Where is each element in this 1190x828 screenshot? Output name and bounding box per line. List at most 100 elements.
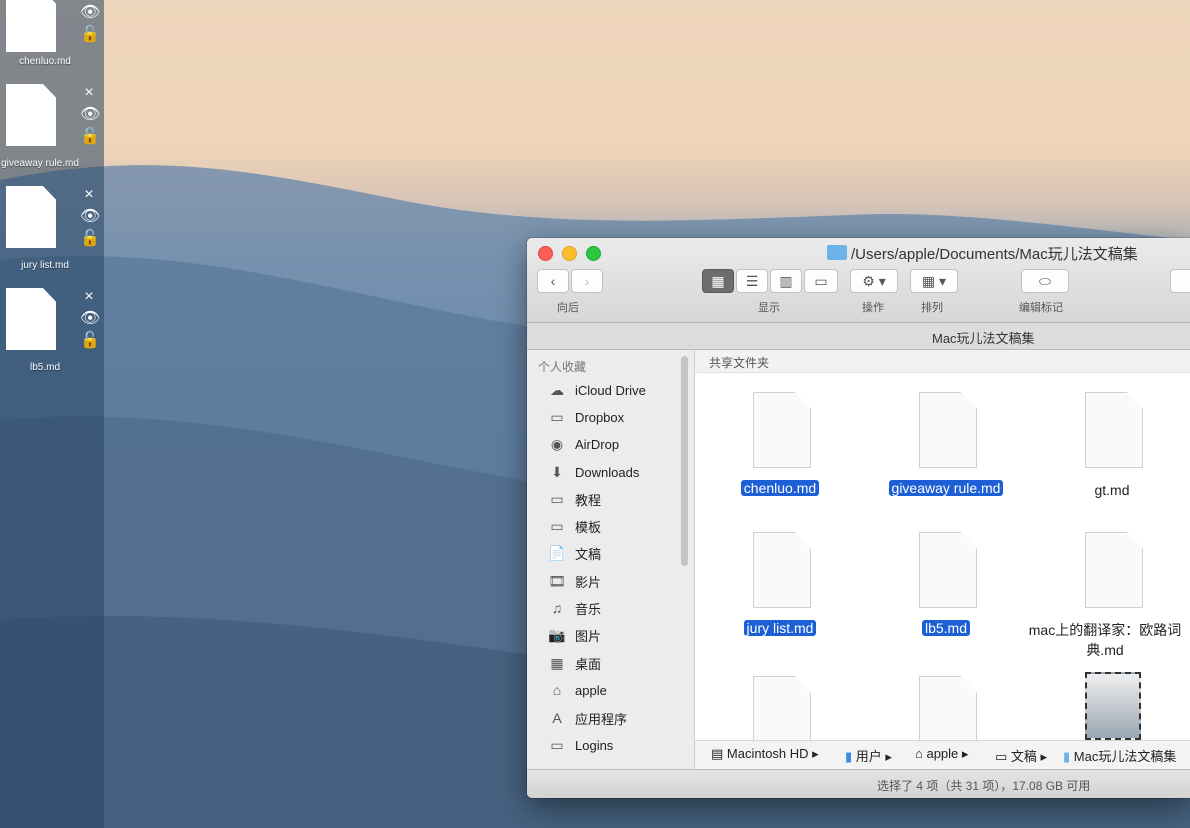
file-item[interactable]: chenluo.md	[705, 372, 855, 502]
file-item[interactable]: lb5.md	[871, 512, 1021, 642]
sidebar-item-templates[interactable]: ▭ 模板	[547, 515, 601, 537]
path-segment[interactable]: ⌂ apple ▸	[915, 746, 968, 762]
applications-icon: A	[552, 710, 562, 726]
sidebar-item-logins[interactable]: ▭ Logins	[547, 734, 613, 756]
eye-icon[interactable]: 👁	[80, 310, 100, 328]
arrange-menu-button[interactable]: ▦ ▾	[910, 269, 958, 293]
document-icon	[6, 0, 56, 52]
forward-button[interactable]: ›	[571, 269, 603, 293]
sidebar-item-label: 教程	[575, 492, 602, 508]
sidebar-item-music[interactable]: ♫ 音乐	[547, 597, 601, 619]
sidebar-item-label: Logins	[575, 737, 614, 753]
shelf-item[interactable]: × 👁 🔓 giveaway rule.md	[0, 80, 104, 182]
path-segment[interactable]: ▮ 用户 ▸	[845, 746, 892, 765]
lock-icon[interactable]: 🔓	[80, 128, 100, 146]
shelf-item[interactable]: 👁 🔓 chenluo.md	[0, 0, 104, 82]
document-icon	[919, 532, 977, 608]
folder-title-bar: Mac玩儿法文稿集	[527, 323, 1190, 350]
eye-icon[interactable]: 👁	[80, 4, 100, 22]
edit-tags-label: 编辑标记	[1019, 302, 1063, 314]
columns-icon: ▥	[779, 272, 793, 289]
document-icon	[753, 532, 811, 608]
document-icon	[6, 84, 56, 146]
movie-file-icon	[1085, 672, 1141, 740]
file-shelf: 👁 🔓 chenluo.md × 👁 🔓 giveaway rule.md × …	[0, 0, 104, 828]
sidebar-item-apple[interactable]: ⌂ apple	[547, 679, 607, 701]
path-segment[interactable]: ▭ 文稿 ▸	[995, 746, 1047, 765]
shelf-item[interactable]: × 👁 🔓 jury list.md	[0, 182, 104, 284]
file-item[interactable]	[871, 650, 1021, 740]
close-icon[interactable]: ×	[80, 84, 98, 102]
lock-icon[interactable]: 🔓	[80, 26, 100, 44]
action-menu-button[interactable]: ⚙ ▾	[850, 269, 898, 293]
path-segment[interactable]: ▤ Macintosh HD ▸	[711, 746, 819, 762]
close-icon[interactable]: ×	[80, 186, 98, 204]
folder-icon: ▭	[550, 518, 564, 534]
finder-window: /Users/apple/Documents/Mac玩儿法文稿集 ‹ › 向后 …	[527, 238, 1190, 798]
file-item[interactable]	[705, 650, 855, 740]
file-item[interactable]: giveaway rule.md	[871, 372, 1021, 502]
close-icon[interactable]: ×	[80, 288, 98, 306]
file-item[interactable]: jury list.md	[705, 512, 855, 642]
sidebar-item-downloads[interactable]: ⬇ Downloads	[547, 461, 639, 483]
shelf-item-name: chenluo.md	[19, 56, 71, 67]
sidebar-item-tutorials[interactable]: ▭ 教程	[547, 488, 601, 510]
folder-icon: ▮	[1063, 749, 1074, 764]
document-icon	[1085, 392, 1143, 468]
document-icon	[753, 676, 811, 740]
sidebar-item-applications[interactable]: A 应用程序	[547, 707, 627, 729]
download-icon: ⬇	[551, 464, 563, 480]
file-name: jury list.md	[705, 620, 855, 636]
shelf-item[interactable]: × 👁 🔓 lb5.md	[0, 284, 104, 386]
eye-icon[interactable]: 👁	[80, 208, 100, 226]
lock-icon[interactable]: 🔓	[80, 332, 100, 350]
file-name: giveaway rule.md	[871, 480, 1021, 496]
content-header: 共享文件夹	[695, 350, 1190, 373]
grid-icon: ▦	[711, 272, 725, 289]
title-bar: /Users/apple/Documents/Mac玩儿法文稿集 ‹ › 向后 …	[527, 238, 1190, 323]
film-icon: 🎞	[548, 573, 566, 589]
close-window-button[interactable]	[538, 246, 553, 261]
sidebar-item-label: 音乐	[575, 601, 602, 617]
minimize-window-button[interactable]	[562, 246, 577, 261]
sidebar-item-documents[interactable]: 📄 文稿	[547, 542, 601, 564]
sidebar-item-movies[interactable]: 🎞 影片	[547, 570, 601, 592]
icon-view-button[interactable]: ▦	[702, 269, 734, 293]
music-icon: ♫	[551, 600, 563, 616]
chevron-left-icon: ‹	[550, 273, 556, 289]
back-button[interactable]: ‹	[537, 269, 569, 293]
path-segment[interactable]: ▮ Mac玩儿法文稿集	[1063, 746, 1176, 765]
file-item[interactable]: mac上的翻译家：欧路词典.md	[1025, 512, 1190, 658]
tag-icon: ⬭	[1039, 272, 1051, 289]
lock-icon[interactable]: 🔓	[80, 230, 100, 248]
sidebar-item-desktop[interactable]: ▦ 桌面	[547, 652, 601, 674]
coverflow-view-button[interactable]: ▭	[804, 269, 838, 293]
sidebar-item-icloud-drive[interactable]: ☁ iCloud Drive	[547, 379, 646, 401]
document-icon	[753, 392, 811, 468]
chevron-right-icon: ›	[584, 273, 590, 289]
folder-icon: ▭	[550, 491, 564, 507]
eye-icon[interactable]: 👁	[80, 106, 100, 124]
list-icon: ☰	[745, 272, 759, 289]
edit-tags-button[interactable]: ⬭	[1021, 269, 1069, 293]
document-icon	[919, 676, 977, 740]
folder-icon: ▭	[550, 737, 564, 753]
airdrop-icon: ◉	[550, 436, 564, 452]
home-icon: ⌂	[552, 682, 562, 698]
column-view-button[interactable]: ▥	[770, 269, 802, 293]
folder-icon: ▭	[550, 409, 564, 425]
sidebar-item-airdrop[interactable]: ◉ AirDrop	[547, 433, 619, 455]
view-label: 显示	[758, 302, 780, 314]
action-label: 操作	[862, 302, 884, 314]
sidebar-scrollbar[interactable]	[681, 356, 688, 566]
shelf-item-name: jury list.md	[21, 260, 69, 271]
file-item[interactable]: gt.md	[1037, 372, 1187, 502]
zoom-window-button[interactable]	[586, 246, 601, 261]
folder-name: Mac玩儿法文稿集	[932, 331, 1035, 346]
sidebar-item-pictures[interactable]: 📷 图片	[547, 624, 601, 646]
list-view-button[interactable]: ☰	[736, 269, 768, 293]
sidebar-item-label: 桌面	[575, 656, 602, 672]
sidebar-item-dropbox[interactable]: ▭ Dropbox	[547, 406, 624, 428]
file-item[interactable]	[1037, 650, 1187, 740]
search-field[interactable]	[1170, 269, 1190, 293]
